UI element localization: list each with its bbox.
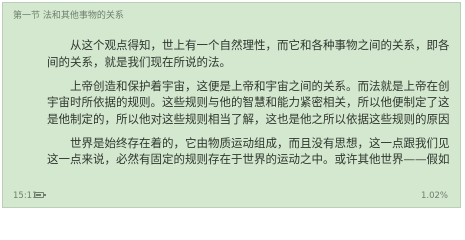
- paragraph-line: 是他制定的，所以他对这些规则相当了解，这也是他之所以依据这些规则的原因。: [47, 111, 450, 126]
- paragraph-1: 从这个观点得知，世上有一个自然理性，而它和各种事物之间的关系，即各种事物相互之 …: [24, 37, 450, 70]
- reading-progress: 1.02%: [420, 191, 448, 201]
- reader-page[interactable]: 第一节 法和其他事物的关系 从这个观点得知，世上有一个自然理性，而它和各种事物之…: [2, 2, 461, 208]
- paragraph-line: 从这个观点得知，世上有一个自然理性，而它和各种事物之间的关系，即各种事物相互之: [70, 38, 450, 52]
- paragraph-2: 上帝创造和保护着宇宙，这便是上帝和宇宙之间的关系。而法就是上帝在创造宇宙和保护 …: [24, 78, 450, 128]
- paragraph-line: 上帝创造和保护着宇宙，这便是上帝和宇宙之间的关系。而法就是上帝在创造宇宙和保护: [70, 78, 450, 93]
- paragraph-line: 间的关系，就是我们现在所说的法。: [47, 54, 231, 69]
- paragraph-3: 世界是始终存在着的，它由物质运动组成，而且没有思想，这一点跟我们见到的一样。从 …: [24, 135, 450, 168]
- paragraph-line: 这一点来说，必然有固定的规则存在于世界的运动之中。或许其他世界——假如我们可以想…: [47, 152, 450, 166]
- paragraph-line: 世界是始终存在着的，它由物质运动组成，而且没有思想，这一点跟我们见到的一样。从: [70, 135, 450, 150]
- paragraph-line: 宇宙时所依据的规则。这些规则与他的智慧和能力紧密相关，所以他便制定了这些规则，规…: [47, 95, 450, 109]
- reader-text-body: 从这个观点得知，世上有一个自然理性，而它和各种事物之间的关系，即各种事物相互之 …: [24, 37, 450, 175]
- battery-icon: [34, 192, 46, 198]
- chapter-title: 第一节 法和其他事物的关系: [13, 11, 124, 21]
